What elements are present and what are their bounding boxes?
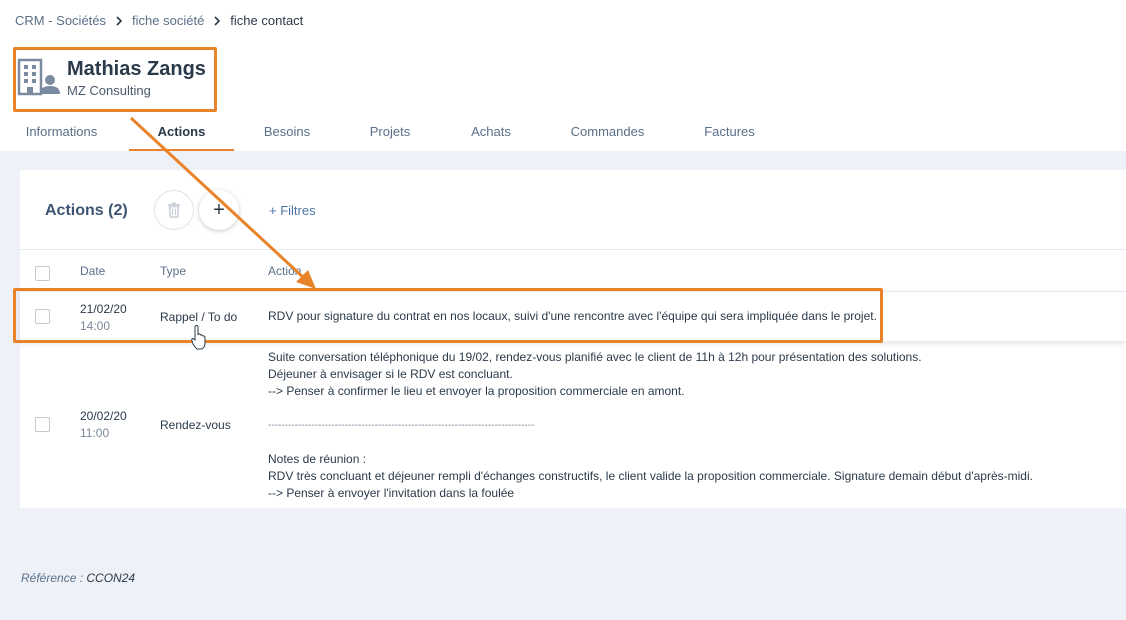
tab-factures[interactable]: Factures xyxy=(673,116,786,151)
reference-label: Référence : xyxy=(21,571,84,585)
column-header-date[interactable]: Date xyxy=(80,264,105,278)
delete-button[interactable] xyxy=(154,190,194,230)
action-line: --> Penser à confirmer le lieu et envoye… xyxy=(268,384,685,398)
trash-icon xyxy=(168,202,180,218)
action-line: Déjeuner à envisager si le RDV est concl… xyxy=(268,367,513,381)
action-line: Suite conversation téléphonique du 19/02… xyxy=(268,350,922,364)
reference-value: CCON24 xyxy=(86,571,136,585)
filters-link[interactable]: + Filtres xyxy=(269,203,316,218)
chevron-right-icon xyxy=(214,15,221,26)
plus-icon: + xyxy=(213,198,225,221)
tab-projets[interactable]: Projets xyxy=(340,116,440,151)
top-bar: CRM - Sociétés fiche société fiche conta… xyxy=(0,0,1126,151)
tabs-bar: Informations Actions Besoins Projets Ach… xyxy=(0,116,786,151)
column-header-type[interactable]: Type xyxy=(160,264,186,278)
tab-commandes[interactable]: Commandes xyxy=(542,116,673,151)
action-line: ----------------------------------------… xyxy=(268,420,535,431)
column-header-action[interactable]: Action xyxy=(268,264,301,278)
action-line xyxy=(268,434,1033,451)
tab-actions[interactable]: Actions xyxy=(129,116,234,151)
chevron-right-icon xyxy=(116,15,123,26)
row-checkbox[interactable] xyxy=(35,417,50,432)
breadcrumb: CRM - Sociétés fiche société fiche conta… xyxy=(15,13,303,28)
actions-card-header: Actions (2) + + Filtres xyxy=(20,170,1126,250)
row-action-text: Suite conversation téléphonique du 19/02… xyxy=(268,349,1033,502)
tab-achats[interactable]: Achats xyxy=(440,116,542,151)
tab-besoins[interactable]: Besoins xyxy=(234,116,340,151)
actions-title: Actions (2) xyxy=(45,202,128,219)
header-annotation-highlight xyxy=(13,47,217,112)
row-time: 11:00 xyxy=(80,426,110,440)
breadcrumb-crm-societes[interactable]: CRM - Sociétés xyxy=(15,13,106,28)
tab-informations[interactable]: Informations xyxy=(0,116,129,151)
breadcrumb-fiche-societe[interactable]: fiche société xyxy=(132,13,204,28)
action-line: RDV très concluant et déjeuner rempli d'… xyxy=(268,469,1033,483)
row-date-cell: 20/02/20 11:00 xyxy=(80,409,127,440)
action-line xyxy=(268,400,1033,417)
action-line: --> Penser à envoyer l'invitation dans l… xyxy=(268,486,515,500)
row-date: 20/02/20 xyxy=(80,409,127,423)
select-all-checkbox[interactable] xyxy=(35,266,50,281)
hand-cursor-icon xyxy=(191,325,206,350)
add-action-button[interactable]: + xyxy=(199,190,239,230)
row-annotation-highlight xyxy=(13,288,883,343)
reference: Référence : CCON24 xyxy=(21,571,135,585)
breadcrumb-current: fiche contact xyxy=(230,13,304,28)
action-line: Notes de réunion : xyxy=(268,452,367,466)
row-type: Rendez-vous xyxy=(160,418,231,432)
